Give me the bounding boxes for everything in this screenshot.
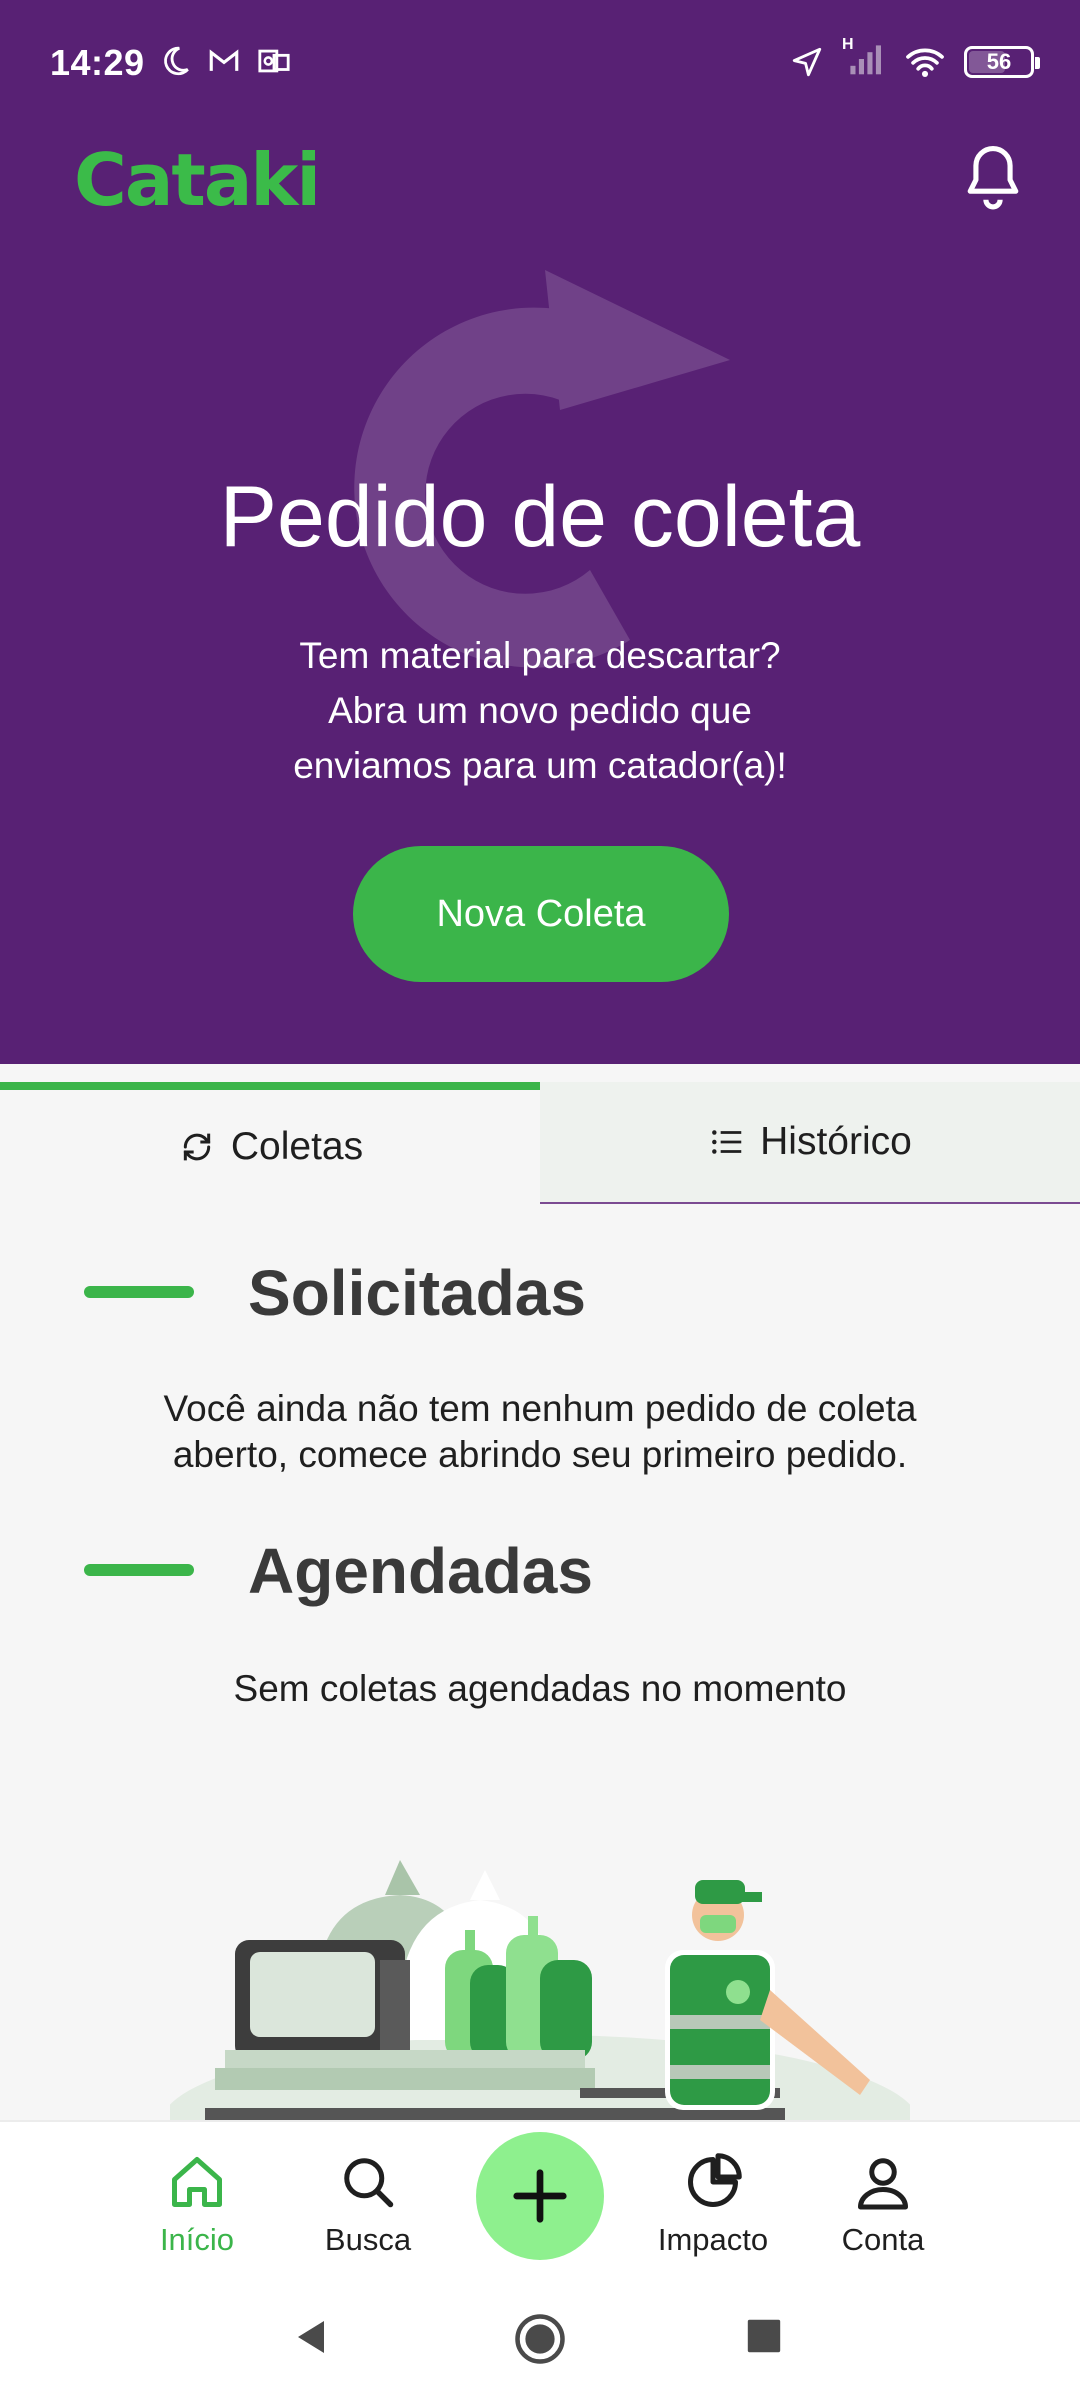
section-accent-bar [84, 1286, 194, 1298]
home-button-icon[interactable] [513, 2312, 567, 2366]
section-accent-bar [84, 1564, 194, 1576]
collector-illustration [170, 1860, 910, 2120]
tab-label: Histórico [760, 1120, 912, 1163]
hero-section: 14:29 H 56 Cataki Pedido de coleta Tem m… [0, 0, 1080, 1064]
tab-bar: Coletas Histórico [0, 1064, 1080, 1204]
gmail-icon [209, 49, 239, 71]
hero-subtitle-line: enviamos para um catador(a)! [293, 745, 787, 786]
hero-subtitle-line: Tem material para descartar? [299, 635, 781, 676]
nav-label: Impacto [657, 2222, 769, 2257]
hero-subtitle: Tem material para descartar? Abra um nov… [0, 628, 1080, 793]
list-icon [712, 1130, 742, 1154]
notification-bell-icon[interactable] [958, 140, 1028, 214]
moon-icon [164, 46, 189, 76]
requested-empty-line: Você ainda não tem nenhum pedido de cole… [163, 1388, 917, 1429]
nav-account[interactable]: Conta [808, 2152, 958, 2258]
nav-impact[interactable]: Impacto [638, 2152, 788, 2258]
battery-indicator: 56 [964, 45, 1040, 78]
section-title-scheduled: Agendadas [248, 1535, 593, 1607]
nav-home[interactable]: Início [122, 2152, 272, 2258]
pie-chart-icon [688, 2153, 742, 2207]
nav-label: Início [159, 2222, 235, 2257]
tab-history[interactable]: Histórico [540, 1082, 1080, 1204]
wifi-icon [906, 48, 944, 77]
requested-empty-text: Você ainda não tem nenhum pedido de cole… [0, 1386, 1080, 1478]
outlook-icon [258, 49, 290, 73]
add-collection-fab[interactable] [476, 2132, 604, 2260]
requested-empty-line: aberto, comece abrindo seu primeiro pedi… [172, 1434, 908, 1475]
search-icon [344, 2158, 394, 2208]
nav-search[interactable]: Busca [293, 2152, 443, 2258]
refresh-icon [183, 1133, 211, 1161]
nav-label: Conta [841, 2222, 925, 2257]
scheduled-empty-text: Sem coletas agendadas no momento [233, 1668, 847, 1709]
recycle-watermark-icon [354, 270, 730, 668]
status-notifications [158, 44, 292, 78]
battery-level: 56 [986, 48, 1012, 74]
status-time: 14:29 [50, 42, 145, 83]
system-navigation-bar [0, 2270, 1080, 2400]
status-system: H 56 [790, 36, 1040, 81]
tab-collections[interactable]: Coletas [0, 1082, 540, 1204]
page-title: Pedido de coleta [219, 469, 861, 565]
section-title-requested: Solicitadas [248, 1257, 586, 1329]
recents-icon[interactable] [746, 2318, 782, 2354]
network-type: H [842, 36, 854, 53]
signal-indicator: H [842, 36, 886, 81]
location-icon [792, 47, 822, 76]
user-icon [858, 2158, 908, 2210]
nav-label: Busca [324, 2222, 412, 2257]
tab-label: Coletas [230, 1125, 364, 1168]
back-icon[interactable] [292, 2316, 332, 2358]
hero-subtitle-line: Abra um novo pedido que [328, 690, 752, 731]
cataki-logo: Cataki [74, 138, 321, 222]
plus-icon [513, 2169, 567, 2223]
home-icon [172, 2157, 222, 2207]
new-collection-button[interactable]: Nova Coleta [353, 846, 729, 982]
status-bar: 14:29 H 56 [0, 0, 1080, 130]
